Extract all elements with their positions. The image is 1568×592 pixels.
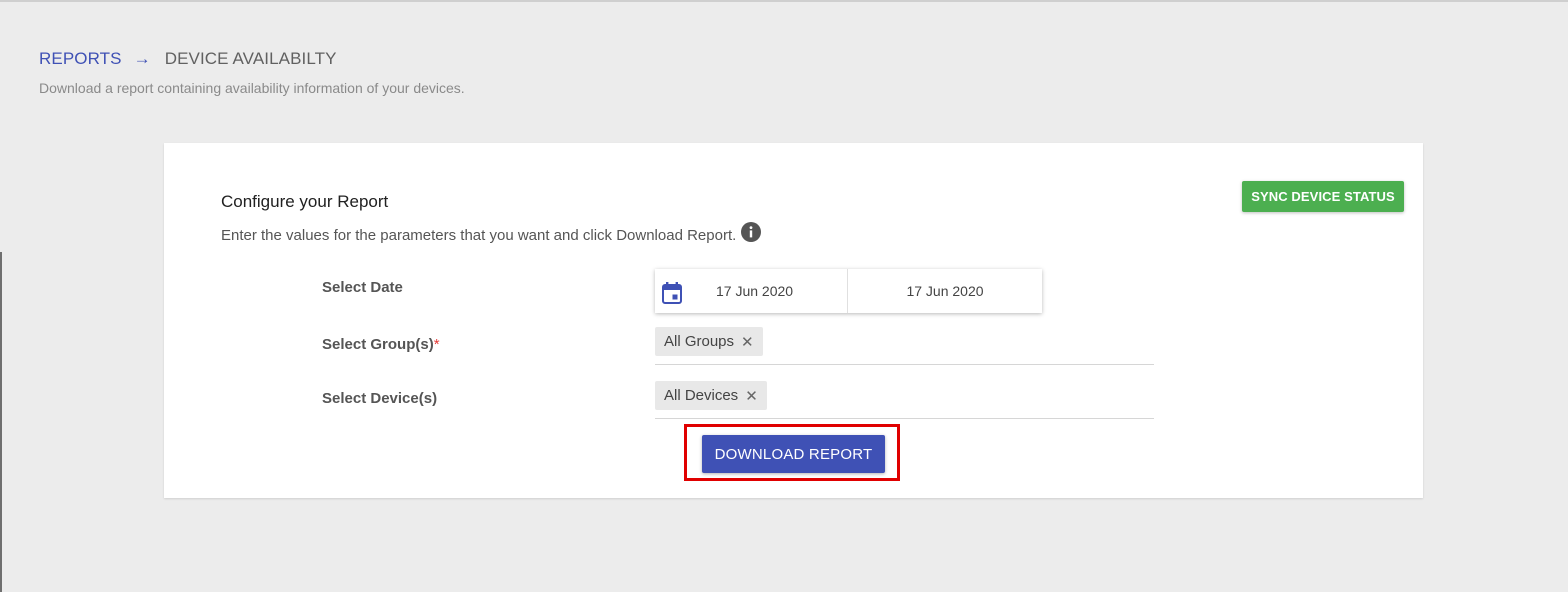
date-range-picker[interactable]: 17 Jun 2020 17 Jun 2020 [655,269,1042,313]
breadcrumb-current: DEVICE AVAILABILTY [164,49,337,68]
breadcrumb: REPORTS → DEVICE AVAILABILTY [39,49,337,69]
info-icon[interactable] [741,222,762,242]
card-title: Configure your Report [221,192,389,211]
chip-label: All Devices [664,387,739,404]
devices-select-field[interactable]: All Devices ✕ [655,381,1154,419]
sync-device-status-button[interactable]: SYNC DEVICE STATUS [1242,181,1404,212]
report-config-card: Configure your Report Enter the values f… [164,143,1423,498]
end-date-text: 17 Jun 2020 [906,283,984,299]
arrow-right-icon: → [133,49,151,68]
top-divider [0,0,1568,2]
card-description-text: Enter the values for the parameters that… [221,226,737,244]
breadcrumb-reports-link[interactable]: REPORTS [39,49,122,69]
end-date-field[interactable]: 17 Jun 2020 [848,269,1042,313]
download-report-button[interactable]: DOWNLOAD REPORT [702,435,885,473]
select-groups-label-text: Select Group(s) [322,336,434,353]
start-date-field[interactable]: 17 Jun 2020 [655,269,848,313]
select-groups-label: Select Group(s)* [322,336,440,353]
close-icon[interactable]: ✕ [745,387,758,405]
chip-label: All Groups [664,333,735,350]
required-mark: * [433,336,440,353]
select-date-label: Select Date [322,279,403,296]
chip-all-devices: All Devices ✕ [655,381,767,410]
card-description: Enter the values for the parameters that… [221,222,762,245]
page-subtitle: Download a report containing availabilit… [39,80,465,96]
close-icon[interactable]: ✕ [741,333,754,351]
select-devices-label: Select Device(s) [322,390,438,407]
groups-select-field[interactable]: All Groups ✕ [655,327,1154,365]
left-edge-divider [0,252,2,592]
calendar-icon [662,282,682,304]
start-date-text: 17 Jun 2020 [716,283,794,299]
chip-all-groups: All Groups ✕ [655,327,763,356]
